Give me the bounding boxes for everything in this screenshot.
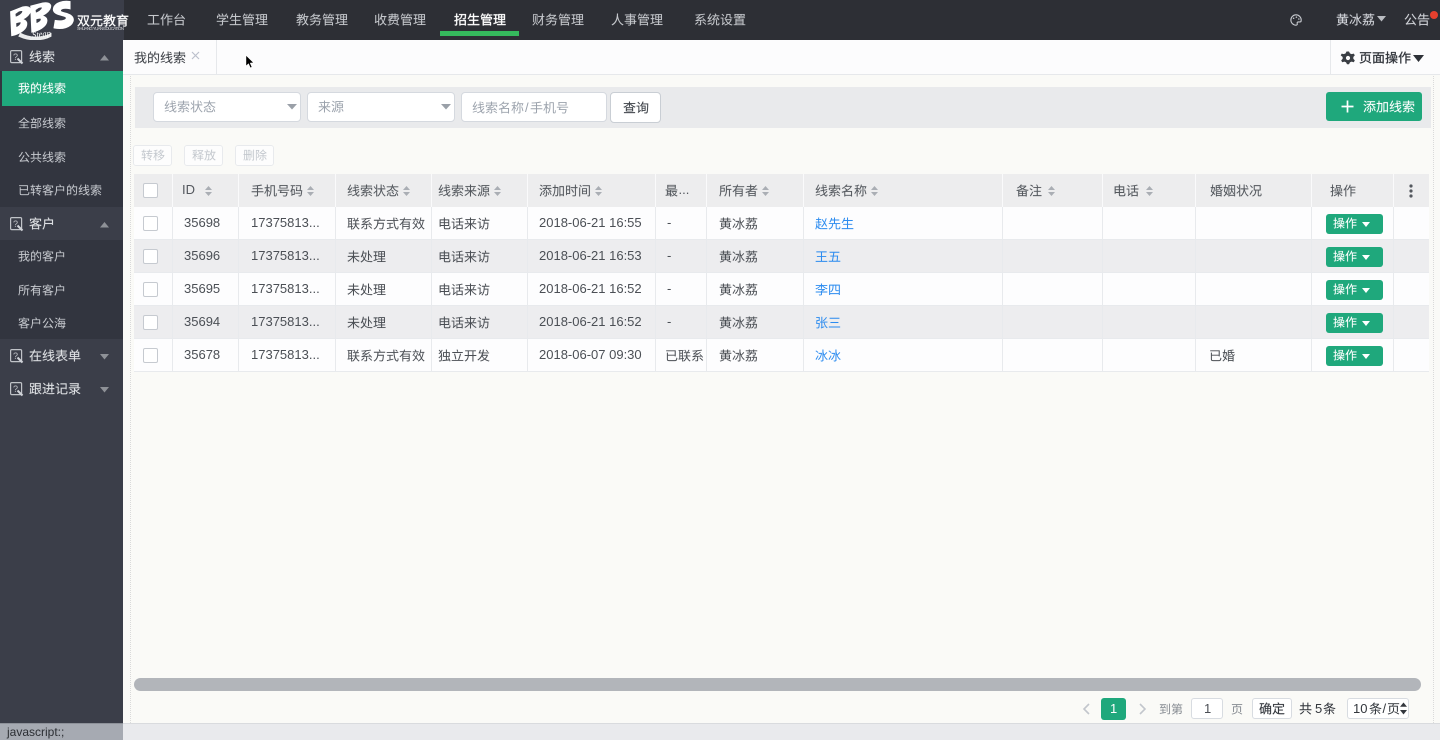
svg-text:?: ? <box>13 351 18 361</box>
svg-text:?: ? <box>13 52 18 62</box>
svg-text:Steap: Steap <box>32 28 52 40</box>
svg-text:?: ? <box>13 219 18 229</box>
svg-text:SHUANG YUAN EDUCATION: SHUANG YUAN EDUCATION <box>77 26 124 31</box>
svg-text:?: ? <box>13 384 18 394</box>
